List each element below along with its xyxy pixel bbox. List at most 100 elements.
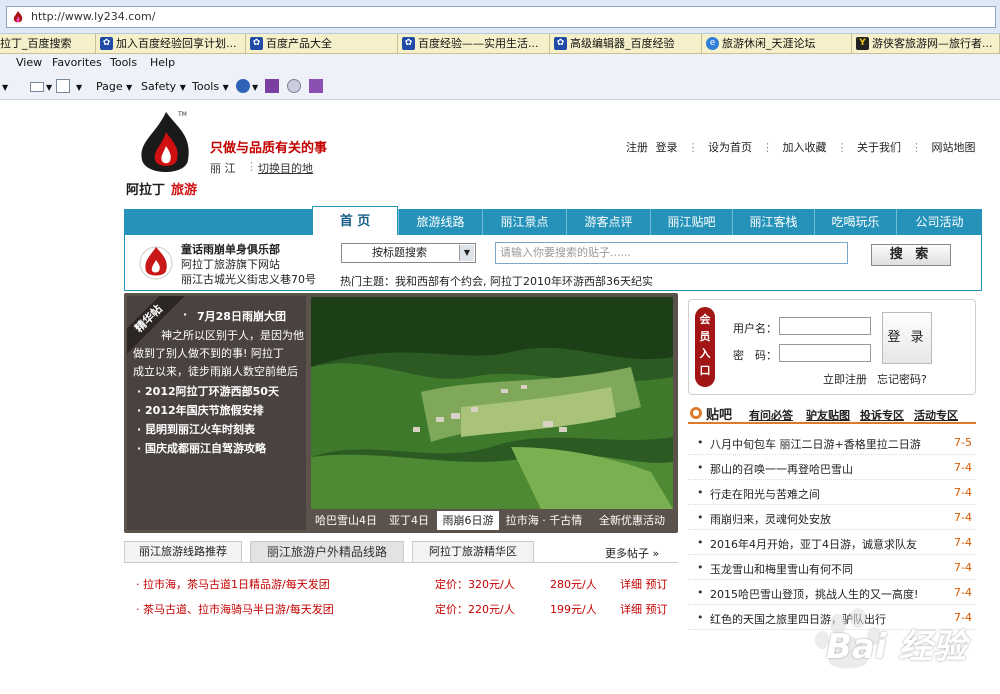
- forum-post-row[interactable]: • 玉龙雪山和梅里雪山有何不同 7-4: [688, 555, 976, 580]
- featured-item-label: 2012阿拉丁环游西部50天: [145, 385, 279, 398]
- favorite-link[interactable]: Y 游侠客旅游网—旅行者...: [852, 34, 1000, 54]
- forum-tab-complaints[interactable]: 投诉专区: [860, 407, 904, 423]
- route-tabs: 丽江旅游线路推荐 丽江旅游户外精品线路 阿拉丁旅游精华区: [124, 541, 678, 563]
- route-detail-link[interactable]: 详细: [620, 603, 642, 616]
- set-homepage-link[interactable]: 设为首页: [708, 141, 752, 154]
- photo-tab[interactable]: 哈巴雪山4日: [311, 511, 381, 530]
- hot-topics-links[interactable]: 我和西部有个约会, 阿拉丁2010年环游西部36天纪实: [395, 275, 653, 288]
- forum-post-date: 7-4: [954, 461, 972, 474]
- mail-icon[interactable]: [30, 82, 44, 92]
- forum-post-row[interactable]: • 2016年4月开始，亚丁4日游，诚意求队友 7-4: [688, 530, 976, 555]
- photo-tab-active[interactable]: 雨崩6日游: [437, 511, 499, 530]
- route-actions: 详细 预订: [620, 601, 668, 617]
- nav-forum[interactable]: 丽江贴吧: [650, 209, 732, 235]
- onenote-icon[interactable]: [265, 79, 279, 93]
- menu-view[interactable]: View: [16, 56, 42, 69]
- favorite-link[interactable]: e 旅游休闲_天涯论坛: [702, 34, 852, 54]
- featured-lead-title[interactable]: 7月28日雨崩大团: [197, 308, 286, 324]
- onenote-send-icon[interactable]: [309, 79, 323, 93]
- featured-item[interactable]: · 昆明到丽江火车时刻表: [137, 421, 255, 437]
- search-button[interactable]: 搜 索: [871, 244, 951, 266]
- about-us-link[interactable]: 关于我们: [857, 141, 901, 154]
- tab-outdoor-routes[interactable]: 丽江旅游户外精品线路: [250, 541, 404, 563]
- forum-tab-qa[interactable]: 有问必答: [749, 407, 793, 423]
- route-name[interactable]: · 拉市海，茶马古道1日精品游/每天发团: [136, 576, 330, 592]
- featured-item[interactable]: · 2012阿拉丁环游西部50天: [137, 383, 279, 399]
- menu-help[interactable]: Help: [150, 56, 175, 69]
- route-book-link[interactable]: 预订: [646, 603, 668, 616]
- badge-char: 员: [699, 330, 711, 343]
- search-type-select[interactable]: 按标题搜索 ▼: [341, 243, 476, 263]
- page-menu[interactable]: Page ▼: [96, 80, 132, 93]
- search-input[interactable]: 请输入你要搜索的贴子......: [495, 242, 848, 264]
- route-detail-link[interactable]: 详细: [620, 578, 642, 591]
- search-panel: 童话雨崩单身俱乐部 阿拉丁旅游旗下网站 丽江古城光义街忠义巷70号 按标题搜索 …: [124, 235, 982, 291]
- tab-highlights[interactable]: 阿拉丁旅游精华区: [412, 541, 534, 563]
- add-favorite-link[interactable]: 加入收藏: [783, 141, 827, 154]
- aladdin-logo[interactable]: TM 阿拉丁 旅游: [126, 106, 206, 200]
- forum-post-title[interactable]: 2015哈巴雪山登顶，挑战人生的又一高度!: [710, 586, 930, 602]
- route-name[interactable]: · 茶马古道、拉市海骑马半日游/每天发团: [136, 601, 334, 617]
- password-label: 密 码：: [733, 349, 777, 362]
- register-link[interactable]: 注册: [626, 141, 648, 154]
- forum-post-row[interactable]: • 雨崩归来，灵魂何处安放 7-4: [688, 505, 976, 530]
- username-field[interactable]: [779, 317, 871, 335]
- safety-menu[interactable]: Safety ▼: [141, 80, 186, 93]
- site-map-link[interactable]: 网站地图: [932, 141, 976, 154]
- photo-tab[interactable]: 拉市海 · 千古情: [499, 511, 589, 530]
- forum-post-row[interactable]: • 那山的召唤一一再登哈巴雪山 7-4: [688, 455, 976, 480]
- nav-routes[interactable]: 旅游线路: [398, 209, 482, 235]
- mail-dropdown-icon[interactable]: ▼: [46, 80, 52, 93]
- forum-post-title[interactable]: 行走在阳光与苦难之间: [710, 486, 930, 502]
- forum-tab-photos[interactable]: 驴友贴图: [806, 407, 850, 423]
- help-dropdown-icon[interactable]: ▼: [252, 80, 258, 93]
- favorite-link[interactable]: ✿ 加入百度经验回享计划...: [96, 34, 246, 54]
- favorite-link[interactable]: 拉丁_百度搜索: [0, 34, 96, 54]
- nav-reviews[interactable]: 游客点评: [566, 209, 650, 235]
- photo-tab[interactable]: 全新优惠活动: [591, 511, 673, 530]
- register-now-link[interactable]: 立即注册: [823, 371, 867, 387]
- more-posts-label: 更多帖子: [605, 547, 649, 560]
- forum-post-row[interactable]: • 行走在阳光与苦难之间 7-4: [688, 480, 976, 505]
- favorite-link[interactable]: ✿ 百度产品大全: [246, 34, 398, 54]
- login-button[interactable]: 登 录: [882, 312, 932, 364]
- forum-post-title[interactable]: 雨崩归来，灵魂何处安放: [710, 511, 930, 527]
- nav-food-fun[interactable]: 吃喝玩乐: [814, 209, 896, 235]
- menu-tools[interactable]: Tools: [110, 56, 137, 69]
- tools-menu[interactable]: Tools ▼: [192, 80, 229, 93]
- route-book-link[interactable]: 预订: [646, 578, 668, 591]
- nav-scenic-spots[interactable]: 丽江景点: [482, 209, 566, 235]
- forum-post-title[interactable]: 那山的召唤一一再登哈巴雪山: [710, 461, 930, 477]
- featured-item[interactable]: · 2012年国庆节旅假安排: [137, 402, 264, 418]
- help-icon[interactable]: [236, 79, 250, 93]
- tab-route-recommend[interactable]: 丽江旅游线路推荐: [124, 541, 242, 563]
- nav-home[interactable]: 首 页: [312, 206, 398, 236]
- password-field[interactable]: [779, 344, 871, 362]
- forum-post-title[interactable]: 玉龙雪山和梅里雪山有何不同: [710, 561, 930, 577]
- settings-gear-icon[interactable]: [287, 79, 301, 93]
- forum-title[interactable]: 贴吧: [706, 404, 732, 423]
- more-posts-link[interactable]: 更多帖子 »: [605, 545, 659, 561]
- login-link[interactable]: 登录: [656, 141, 678, 154]
- forgot-password-link[interactable]: 忘记密码?: [877, 371, 927, 387]
- print-icon[interactable]: [56, 79, 70, 93]
- menu-favorites[interactable]: Favorites: [52, 56, 102, 69]
- photo-tab[interactable]: 亚丁4日: [381, 511, 437, 530]
- featured-item[interactable]: · 国庆成都丽江自驾游攻略: [137, 440, 266, 456]
- forum-post-title[interactable]: 八月中旬包车 丽江二日游+香格里拉二日游: [710, 436, 930, 452]
- forum-post-row[interactable]: • 2015哈巴雪山登顶，挑战人生的又一高度! 7-4: [688, 580, 976, 605]
- forum-post-row[interactable]: • 八月中旬包车 丽江二日游+香格里拉二日游 7-5: [688, 430, 976, 455]
- club-name[interactable]: 童话雨崩单身俱乐部: [181, 241, 280, 257]
- forum-post-title[interactable]: 2016年4月开始，亚丁4日游，诚意求队友: [710, 536, 930, 552]
- favorite-link[interactable]: ✿ 百度经验——实用生活...: [398, 34, 550, 54]
- home-dropdown-icon[interactable]: ▼: [2, 80, 8, 93]
- forum-tab-events[interactable]: 活动专区: [914, 407, 958, 423]
- featured-photo[interactable]: [311, 297, 673, 509]
- featured-block: 精华帖 · 7月28日雨崩大团 神之所以区别于人，是因为他 做到了别人做不到的事…: [124, 293, 678, 533]
- nav-events[interactable]: 公司活动: [896, 209, 982, 235]
- switch-destination-link[interactable]: 切换目的地: [258, 160, 313, 176]
- favorite-link[interactable]: ✿ 高级编辑器_百度经验: [550, 34, 702, 54]
- print-dropdown-icon[interactable]: ▼: [76, 80, 82, 93]
- url-field[interactable]: http://www.ly234.com/: [6, 6, 996, 28]
- nav-inns[interactable]: 丽江客栈: [732, 209, 814, 235]
